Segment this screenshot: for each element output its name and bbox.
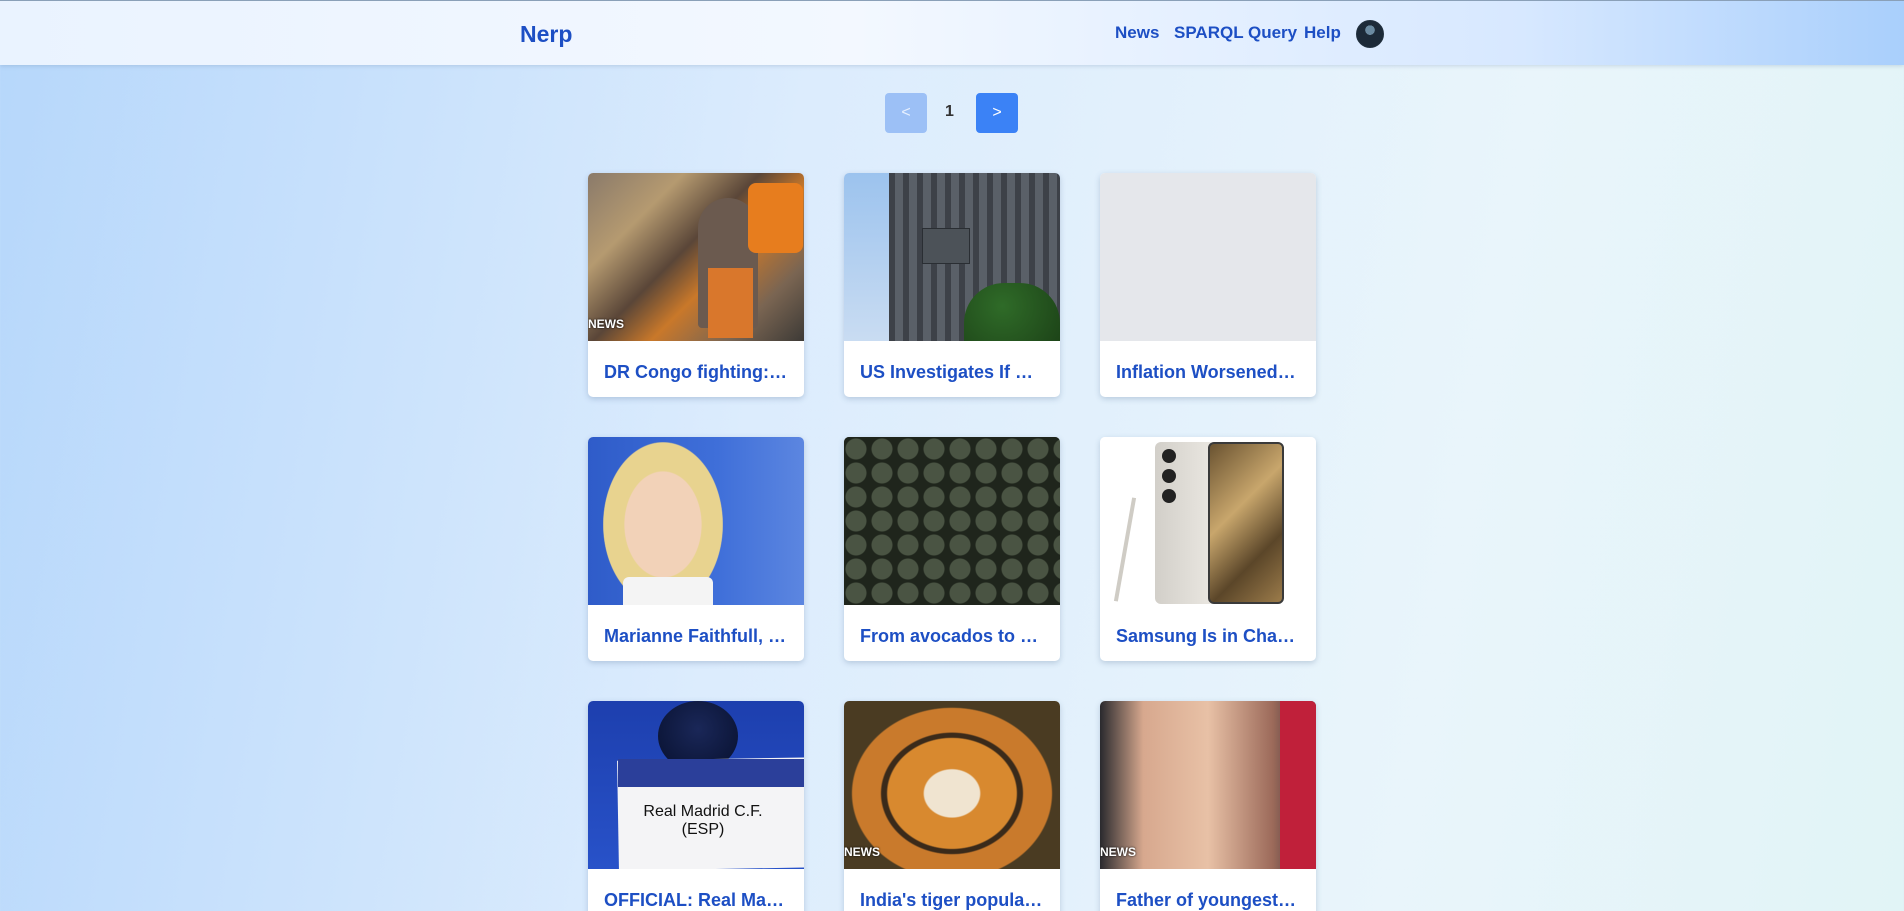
brand-logo[interactable]: Nerp	[520, 21, 572, 48]
news-card-title[interactable]: US Investigates If …	[860, 362, 1048, 383]
news-card-title[interactable]: From avocados to …	[860, 626, 1048, 647]
pagination-next-button[interactable]: >	[976, 93, 1018, 133]
news-badge: NEWS	[844, 845, 880, 859]
news-card[interactable]: NEWS India's tiger popula…	[844, 701, 1060, 911]
top-navbar: Nerp News SPARQL Query Help	[0, 0, 1904, 65]
news-card[interactable]: US Investigates If …	[844, 173, 1060, 397]
news-card-image: NEWS	[844, 701, 1060, 869]
nav-sparql-query-link[interactable]: SPARQL Query	[1174, 23, 1297, 43]
image-caption: (ESP)	[681, 821, 725, 838]
news-card-image	[844, 173, 1060, 341]
news-card[interactable]: From avocados to …	[844, 437, 1060, 661]
news-card-title[interactable]: India's tiger popula…	[860, 890, 1048, 911]
news-card-title[interactable]: Father of youngest…	[1116, 890, 1304, 911]
news-card-image	[588, 437, 804, 605]
news-card[interactable]: Real Madrid C.F. (ESP) OFFICIAL: Real Ma…	[588, 701, 804, 911]
news-card-image: NEWS	[1100, 701, 1316, 869]
news-card-image	[844, 437, 1060, 605]
news-card-image-placeholder	[1100, 173, 1316, 341]
news-card[interactable]: Marianne Faithfull, …	[588, 437, 804, 661]
news-card-title[interactable]: DR Congo fighting:…	[604, 362, 792, 383]
news-card-title[interactable]: Samsung Is in Cha…	[1116, 626, 1304, 647]
news-card-title[interactable]: Marianne Faithfull, …	[604, 626, 792, 647]
nav-help-link[interactable]: Help	[1304, 23, 1341, 43]
news-card-image	[1100, 437, 1316, 605]
news-card-title[interactable]: OFFICIAL: Real Ma…	[604, 890, 792, 911]
nav-news-link[interactable]: News	[1115, 23, 1159, 43]
news-badge: NEWS	[1100, 845, 1136, 859]
news-badge: NEWS	[588, 317, 624, 331]
news-card-image: NEWS	[588, 173, 804, 341]
news-card[interactable]: NEWS Father of youngest…	[1100, 701, 1316, 911]
news-card[interactable]: Inflation Worsened…	[1100, 173, 1316, 397]
pagination-current-page: 1	[945, 103, 954, 120]
news-card-image: Real Madrid C.F. (ESP)	[588, 701, 804, 869]
image-caption: Real Madrid C.F.	[643, 803, 763, 820]
user-avatar[interactable]	[1356, 20, 1384, 48]
news-card[interactable]: Samsung Is in Cha…	[1100, 437, 1316, 661]
news-card-title[interactable]: Inflation Worsened…	[1116, 362, 1304, 383]
pagination-prev-button[interactable]: <	[885, 93, 927, 133]
news-card[interactable]: NEWS DR Congo fighting:…	[588, 173, 804, 397]
